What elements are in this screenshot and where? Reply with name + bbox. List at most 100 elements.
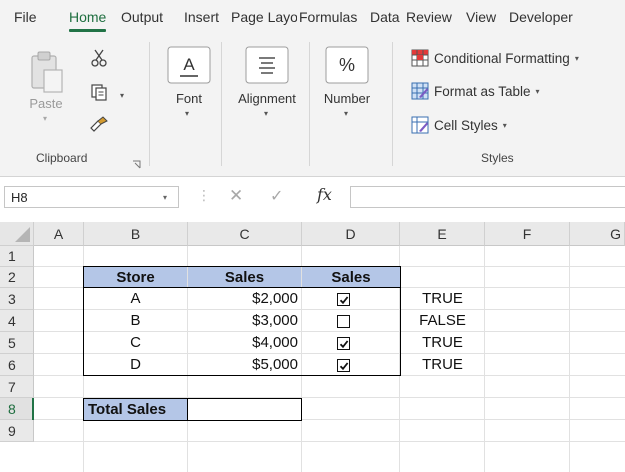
row-header-4[interactable]: 4 <box>0 310 34 332</box>
total-sales-label[interactable]: Total Sales <box>84 399 187 420</box>
percent-icon[interactable]: % <box>325 46 369 89</box>
tab-file[interactable]: File <box>14 9 37 25</box>
percent-symbol: % <box>338 55 355 75</box>
cancel-icon[interactable]: ✕ <box>229 186 243 206</box>
enter-check-icon[interactable]: ✓ <box>270 186 283 206</box>
header-sales[interactable]: Sales <box>188 267 301 287</box>
formula-input[interactable] <box>350 186 625 208</box>
insert-function-icon[interactable]: fx <box>317 185 332 204</box>
column-header-d[interactable]: D <box>302 222 400 246</box>
tab-formulas[interactable]: Formulas <box>299 9 357 25</box>
group-separator <box>309 42 310 166</box>
cell-result[interactable]: TRUE <box>400 354 485 375</box>
header-sales-checkbox[interactable]: Sales <box>302 267 400 287</box>
tab-page-layout[interactable]: Page Layout <box>231 9 297 25</box>
cell-store[interactable]: A <box>84 288 187 309</box>
cell-store[interactable]: B <box>84 310 187 331</box>
worksheet-grid: A B C D E F G 1 2 3 4 5 6 7 8 9 Store Sa… <box>0 222 625 472</box>
cell-sales[interactable]: $2,000 <box>188 288 301 309</box>
group-separator <box>149 42 150 166</box>
copy-icon[interactable] <box>90 83 108 106</box>
chevron-down-icon: ▾ <box>535 86 540 96</box>
conditional-formatting-icon <box>411 49 429 67</box>
cell-sales[interactable]: $5,000 <box>188 354 301 375</box>
row-header-7[interactable]: 7 <box>0 376 34 398</box>
format-as-table-label: Format as Table <box>434 83 531 99</box>
column-header-c[interactable]: C <box>188 222 302 246</box>
cell-result[interactable]: TRUE <box>400 288 485 309</box>
ribbon-tab-bar: File Home Output Insert Page Layout Form… <box>0 0 625 37</box>
tab-home[interactable]: Home <box>69 9 107 32</box>
row-header-5[interactable]: 5 <box>0 332 34 354</box>
group-separator <box>392 42 393 166</box>
total-sales-value[interactable] <box>188 399 301 420</box>
sales-checkbox[interactable] <box>337 359 350 372</box>
number-group-label[interactable]: Number <box>318 91 376 106</box>
paste-icon[interactable] <box>26 50 66 99</box>
cell-store[interactable]: D <box>84 354 187 375</box>
number-dropdown-icon[interactable]: ▾ <box>344 109 348 118</box>
tab-review[interactable]: Review <box>406 9 452 25</box>
row-header-9[interactable]: 9 <box>0 420 34 442</box>
check-icon <box>339 295 348 304</box>
tab-insert[interactable]: Insert <box>184 9 219 25</box>
cut-icon[interactable] <box>90 48 108 73</box>
font-dropdown-icon[interactable]: ▾ <box>185 109 189 118</box>
select-all-corner[interactable] <box>0 222 34 246</box>
format-as-table-button[interactable]: Format as Table ▾ <box>411 80 540 102</box>
column-header-g[interactable]: G <box>570 222 625 246</box>
name-box[interactable]: H8 <box>4 186 179 208</box>
font-A-icon[interactable]: A <box>167 46 211 89</box>
sales-checkbox[interactable] <box>337 315 350 328</box>
table-header-divider <box>84 287 400 288</box>
clipboard-group-label: Clipboard <box>36 151 88 165</box>
tab-view[interactable]: View <box>466 9 496 25</box>
row-header-3[interactable]: 3 <box>0 288 34 310</box>
alignment-dropdown-icon[interactable]: ▾ <box>264 109 268 118</box>
sales-checkbox[interactable] <box>337 337 350 350</box>
cell-result[interactable]: FALSE <box>400 310 485 331</box>
dialog-launcher-icon[interactable] <box>132 156 141 174</box>
cell-sales[interactable]: $3,000 <box>188 310 301 331</box>
paste-label: Paste <box>29 96 63 111</box>
check-icon <box>339 361 348 370</box>
copy-dropdown-icon[interactable]: ▾ <box>120 91 124 100</box>
svg-text:A: A <box>183 55 195 74</box>
tab-developer[interactable]: Developer <box>509 9 573 25</box>
column-header-f[interactable]: F <box>485 222 570 246</box>
paste-dropdown-icon[interactable]: ▾ <box>43 114 47 123</box>
gridline <box>34 441 625 442</box>
chevron-down-icon: ▾ <box>502 120 507 130</box>
column-header-e[interactable]: E <box>400 222 485 246</box>
row-header-6[interactable]: 6 <box>0 354 34 376</box>
conditional-formatting-label: Conditional Formatting <box>434 50 570 66</box>
column-header-a[interactable]: A <box>34 222 84 246</box>
chevron-down-icon: ▾ <box>574 53 579 63</box>
cell-result[interactable]: TRUE <box>400 332 485 353</box>
styles-group-label: Styles <box>481 151 514 165</box>
gridline <box>34 397 625 398</box>
row-header-2[interactable]: 2 <box>0 267 34 288</box>
alignment-group-label[interactable]: Alignment <box>232 91 302 106</box>
cell-store[interactable]: C <box>84 332 187 353</box>
align-lines-icon[interactable] <box>245 46 289 89</box>
font-group-label[interactable]: Font <box>166 91 212 106</box>
format-as-table-icon <box>411 82 429 100</box>
row-header-8[interactable]: 8 <box>0 398 34 420</box>
row-header-1[interactable]: 1 <box>0 246 34 267</box>
name-box-dropdown-icon[interactable]: ▾ <box>163 193 167 202</box>
cell-sales[interactable]: $4,000 <box>188 332 301 353</box>
format-painter-icon[interactable] <box>88 116 110 139</box>
cell-styles-button[interactable]: Cell Styles ▾ <box>411 114 507 136</box>
formula-bar-grip-icon[interactable]: ⋮ <box>197 187 211 204</box>
tab-data[interactable]: Data <box>370 9 400 25</box>
header-store[interactable]: Store <box>84 267 187 287</box>
column-header-b[interactable]: B <box>84 222 188 246</box>
cell-styles-icon <box>411 116 429 134</box>
check-icon <box>339 339 348 348</box>
group-separator <box>221 42 222 166</box>
tab-output[interactable]: Output <box>121 9 163 25</box>
sales-checkbox[interactable] <box>337 293 350 306</box>
gridline <box>34 375 625 376</box>
conditional-formatting-button[interactable]: Conditional Formatting ▾ <box>411 47 579 69</box>
